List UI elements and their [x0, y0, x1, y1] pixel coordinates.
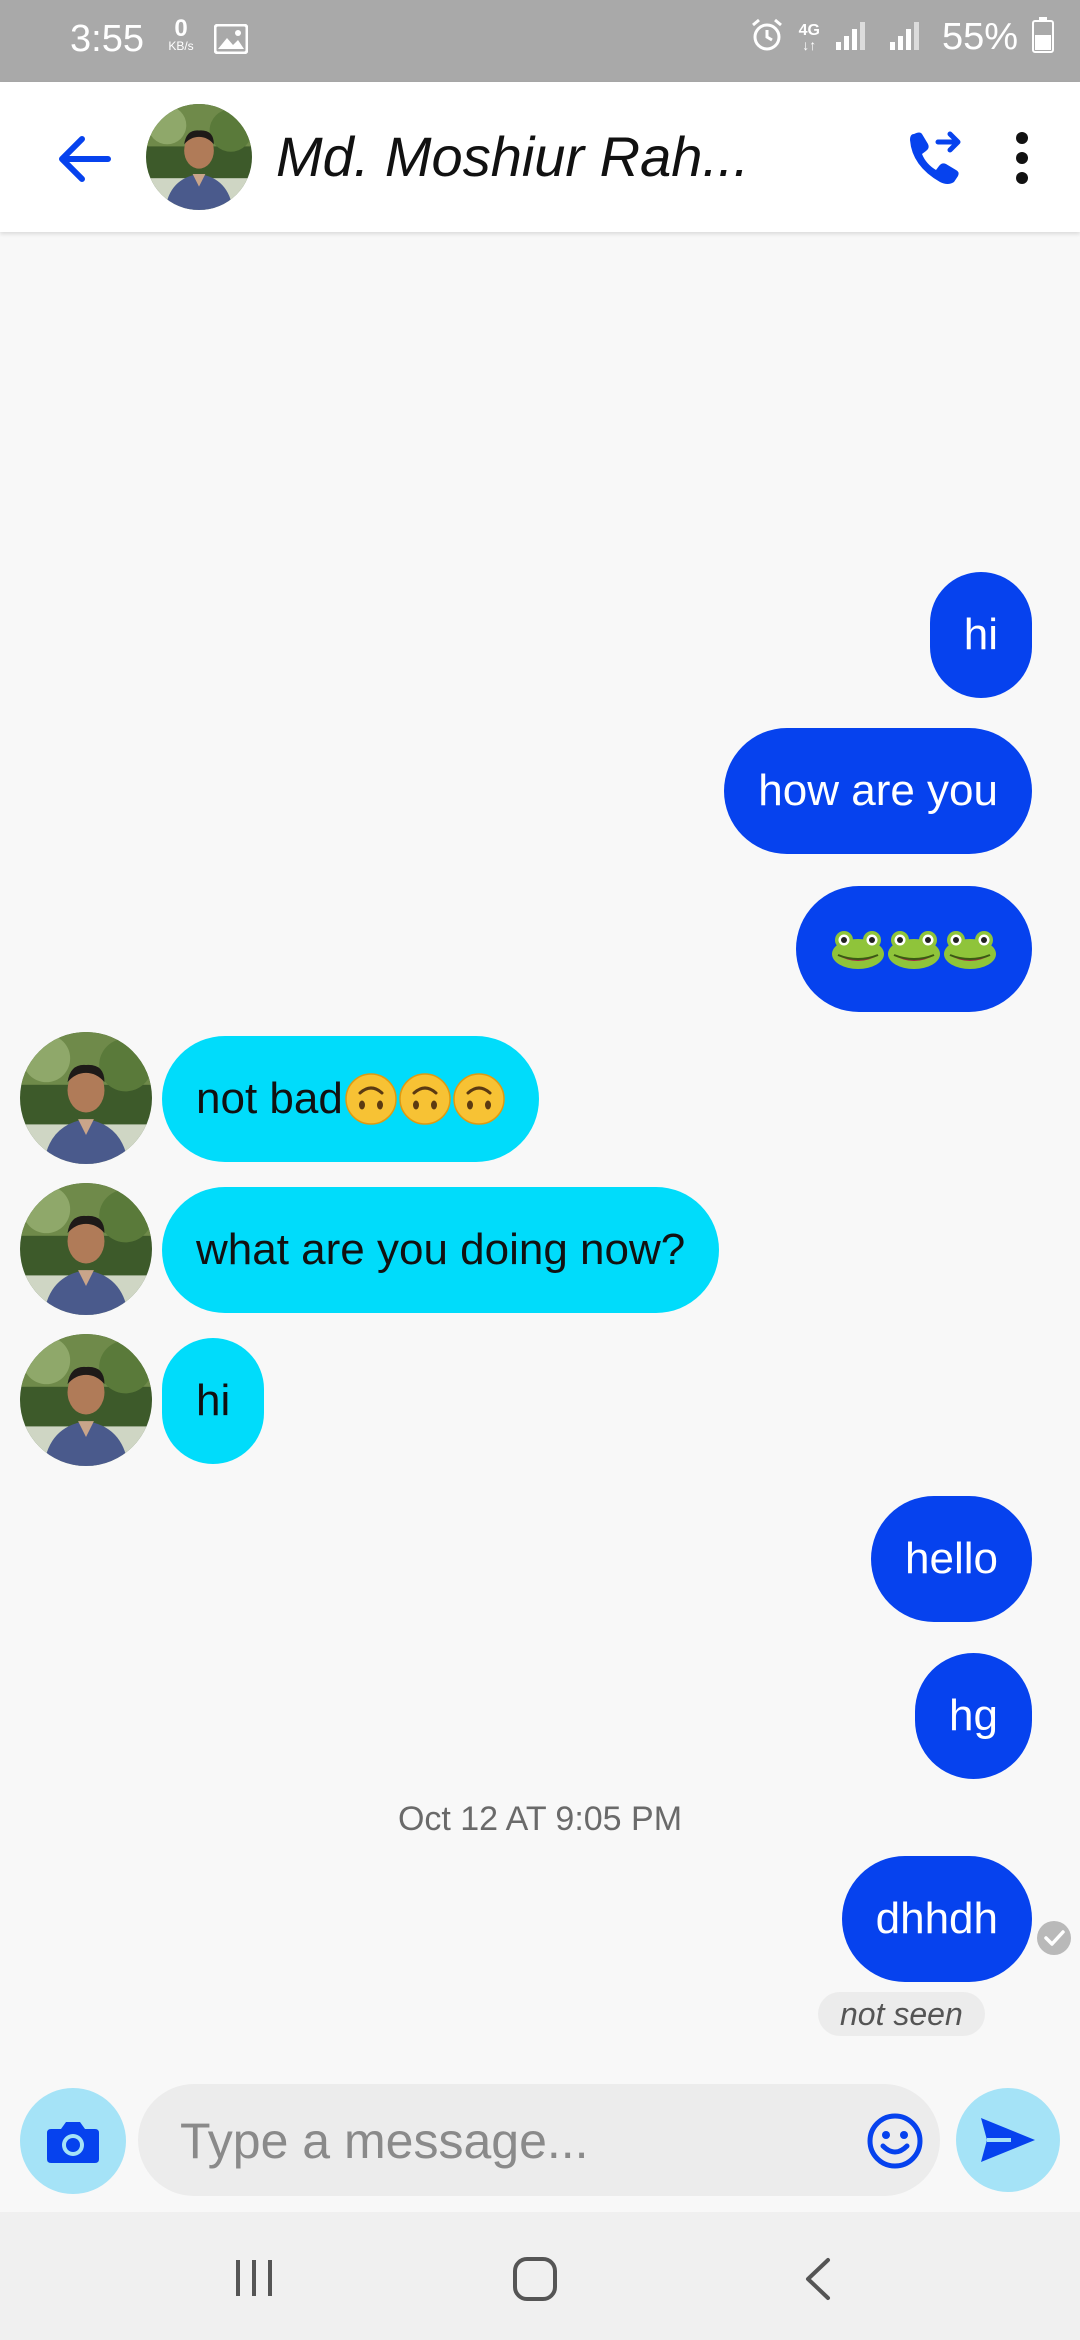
message-text: not bad: [196, 1074, 343, 1123]
signal-icon: [834, 20, 874, 55]
arrow-left-icon: [59, 136, 111, 182]
network-type: 4G ↓↑: [798, 21, 820, 53]
data-arrows-icon: ↓↑: [802, 36, 817, 53]
message-input-container: [138, 2084, 940, 2198]
signal-icon-2: [888, 20, 928, 55]
home-button[interactable]: [512, 2256, 558, 2307]
home-icon: [513, 2257, 557, 2301]
sent-check-icon: [1036, 1920, 1072, 1956]
more-vert-icon: [1016, 132, 1028, 184]
data-speed-value: 0: [174, 15, 188, 42]
alarm-icon: [749, 17, 785, 58]
contact-avatar[interactable]: [20, 1032, 152, 1164]
message-timestamp: Oct 12 AT 9:05 PM: [397, 1800, 683, 1838]
contact-name[interactable]: Md. Moshiur Rah...: [276, 124, 749, 189]
message-bubble-sent[interactable]: hello: [871, 1496, 1032, 1622]
system-back-button[interactable]: [800, 2256, 836, 2307]
more-options-button[interactable]: [1002, 126, 1042, 190]
send-button[interactable]: [956, 2088, 1060, 2192]
message-text: hi: [196, 1376, 231, 1425]
message-text: what are you doing now?: [196, 1225, 686, 1274]
emoji-button[interactable]: [866, 2112, 924, 2170]
call-button[interactable]: [900, 122, 970, 192]
network-type-label: 4G: [798, 21, 820, 39]
recents-button[interactable]: [232, 2258, 276, 2303]
system-nav-bar: [0, 2212, 1080, 2340]
message-text: hi: [963, 610, 998, 659]
message-bubble-received[interactable]: what are you doing now?: [162, 1187, 720, 1313]
camera-button[interactable]: [20, 2088, 126, 2194]
recents-icon: [236, 2260, 272, 2296]
chevron-left-icon: [806, 2258, 830, 2300]
upside-down-face-emoji: [345, 1073, 397, 1125]
data-speed-unit: KB/s: [168, 39, 194, 53]
status-right: 4G ↓↑ 55%: [749, 16, 1054, 59]
contact-avatar[interactable]: [20, 1183, 152, 1315]
message-bubble-sent[interactable]: hg: [915, 1653, 1032, 1779]
contact-avatar[interactable]: [20, 1334, 152, 1466]
message-bubble-received[interactable]: hi: [162, 1338, 265, 1464]
smiley-icon: [867, 2113, 923, 2169]
message-bubble-sent[interactable]: how are you: [724, 728, 1032, 854]
message-bubble-sent[interactable]: [796, 886, 1032, 1012]
message-bubble-received[interactable]: not bad: [162, 1036, 539, 1162]
send-icon: [981, 2118, 1035, 2162]
camera-icon: [47, 2122, 99, 2163]
battery-percent: 55%: [941, 16, 1018, 58]
read-status-label: not seen: [818, 1992, 985, 2036]
contact-avatar[interactable]: [146, 104, 252, 210]
status-time: 3:55: [70, 18, 144, 60]
gallery-icon: [213, 23, 249, 59]
upside-down-face-emoji: [453, 1073, 505, 1125]
frog-emoji: [830, 927, 886, 971]
frog-emoji: [886, 927, 942, 971]
message-input[interactable]: [178, 2084, 862, 2198]
message-text: how are you: [758, 766, 998, 815]
message-bubble-sent[interactable]: hi: [929, 572, 1032, 698]
message-text: hg: [949, 1691, 998, 1740]
message-text: hello: [905, 1534, 998, 1583]
data-speed: 0 KB/s: [160, 15, 202, 53]
battery-icon: [1032, 17, 1054, 58]
message-text: dhhdh: [875, 1894, 998, 1943]
back-button[interactable]: [50, 124, 120, 194]
status-bar: 3:55 0 KB/s 4G ↓↑ 55%: [0, 0, 1080, 82]
upside-down-face-emoji: [399, 1073, 451, 1125]
chat-header: Md. Moshiur Rah...: [0, 82, 1080, 232]
frog-emoji: [942, 927, 998, 971]
phone-forward-icon: [910, 131, 961, 184]
message-bubble-sent[interactable]: dhhdh: [841, 1856, 1032, 1982]
message-composer: [0, 2070, 1080, 2212]
